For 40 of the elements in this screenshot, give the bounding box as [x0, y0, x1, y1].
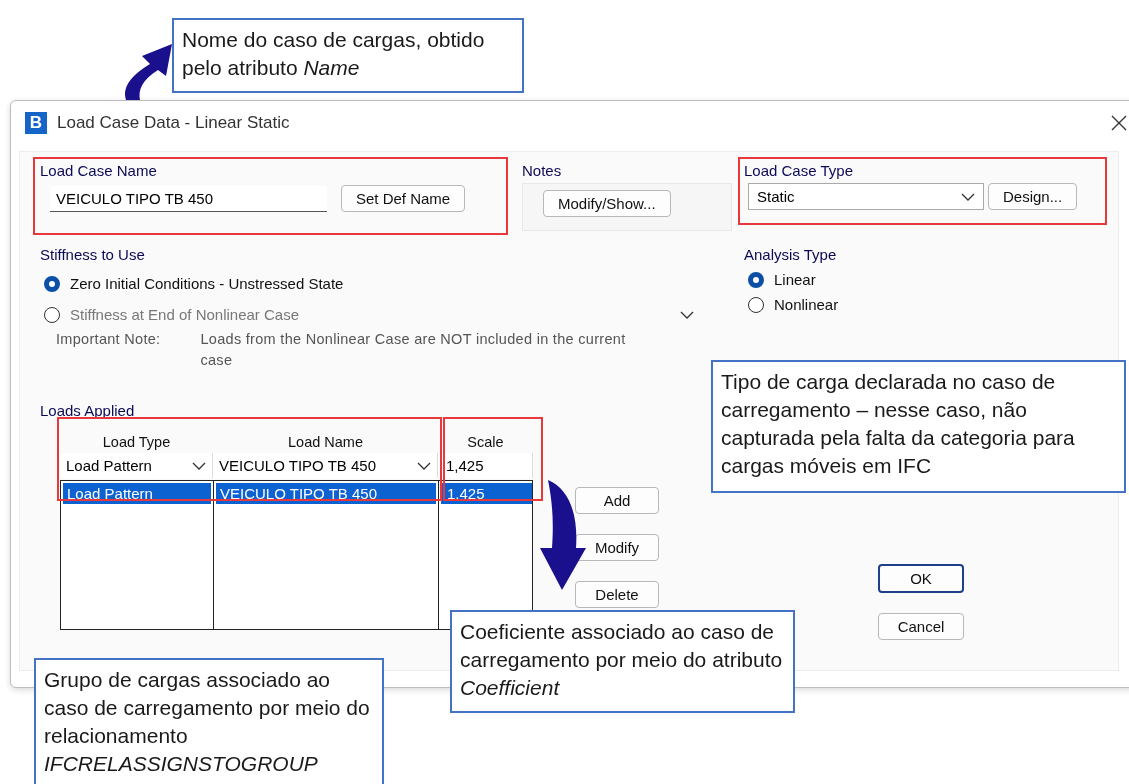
list-cell[interactable]: Load Pattern: [63, 483, 211, 504]
curved-arrow: [125, 44, 172, 100]
column-header: Load Name: [287, 433, 364, 452]
list-action-button[interactable]: Add: [575, 487, 659, 514]
radio-option[interactable]: Linear: [748, 271, 1109, 288]
set-def-name-button[interactable]: Set Def Name: [341, 185, 466, 212]
name-field[interactable]: VEICULO TIPO TB 450: [50, 185, 327, 212]
window-title: Load Case Data - Linear Static: [57, 113, 291, 133]
radio-option[interactable]: Zero Initial Conditions - Unstressed State: [44, 275, 344, 292]
type-dropdown[interactable]: Static: [748, 183, 984, 210]
chevron-down-icon: [961, 192, 975, 201]
dialog-button[interactable]: Cancel: [878, 613, 964, 640]
list-action-button[interactable]: Delete: [575, 581, 659, 608]
annotation-callout: Nome do caso de cargas, obtido pelo atributo Name: [172, 18, 524, 93]
note-text: Loads from the Nonlinear Case are NOT included in the current case: [200, 330, 627, 370]
chevron-down-icon: [417, 461, 431, 470]
load-type-dropdown[interactable]: Load Pattern: [60, 453, 213, 478]
close-icon[interactable]: [1111, 115, 1127, 131]
group-label: Stiffness to Use: [40, 246, 146, 263]
load-name-dropdown[interactable]: VEICULO TIPO TB 450: [213, 453, 438, 478]
list-cell[interactable]: VEICULO TIPO TB 450: [216, 483, 436, 504]
column-header: Load Type: [101, 433, 172, 452]
app-icon: B: [25, 112, 47, 134]
chevron-down-icon: [192, 461, 206, 470]
group-label: Notes: [522, 162, 563, 179]
dialog-button[interactable]: OK: [878, 564, 964, 593]
list-action-button[interactable]: Modify: [575, 534, 659, 561]
note-label: Important Note:: [56, 330, 161, 349]
annotation-callout: Coeficiente associado ao caso de carregamento por meio do atributo Coefficient: [450, 610, 795, 713]
annotation-callout: Tipo de carga declarada no caso de carregamento – nesse caso, não capturada pela falta da categoria para cargas móveis em IFC: [711, 360, 1126, 493]
annotation-callout: Grupo de cargas associado ao caso de carregamento por meio do relacionamento IFCRELASSIGNSTOGROUP: [34, 658, 384, 784]
scale-field[interactable]: 1,425: [438, 453, 533, 478]
design-button[interactable]: Design...: [988, 183, 1078, 210]
chevron-down-icon: [680, 310, 694, 319]
modify-show-button[interactable]: Modify/Show...: [543, 190, 671, 217]
group-label: Analysis Type: [744, 246, 838, 263]
radio-option[interactable]: Nonlinear: [748, 296, 1109, 313]
group-label: Load Case Type: [744, 162, 854, 179]
column-header: Scale: [466, 433, 505, 452]
group-label: Load Case Name: [40, 162, 158, 179]
